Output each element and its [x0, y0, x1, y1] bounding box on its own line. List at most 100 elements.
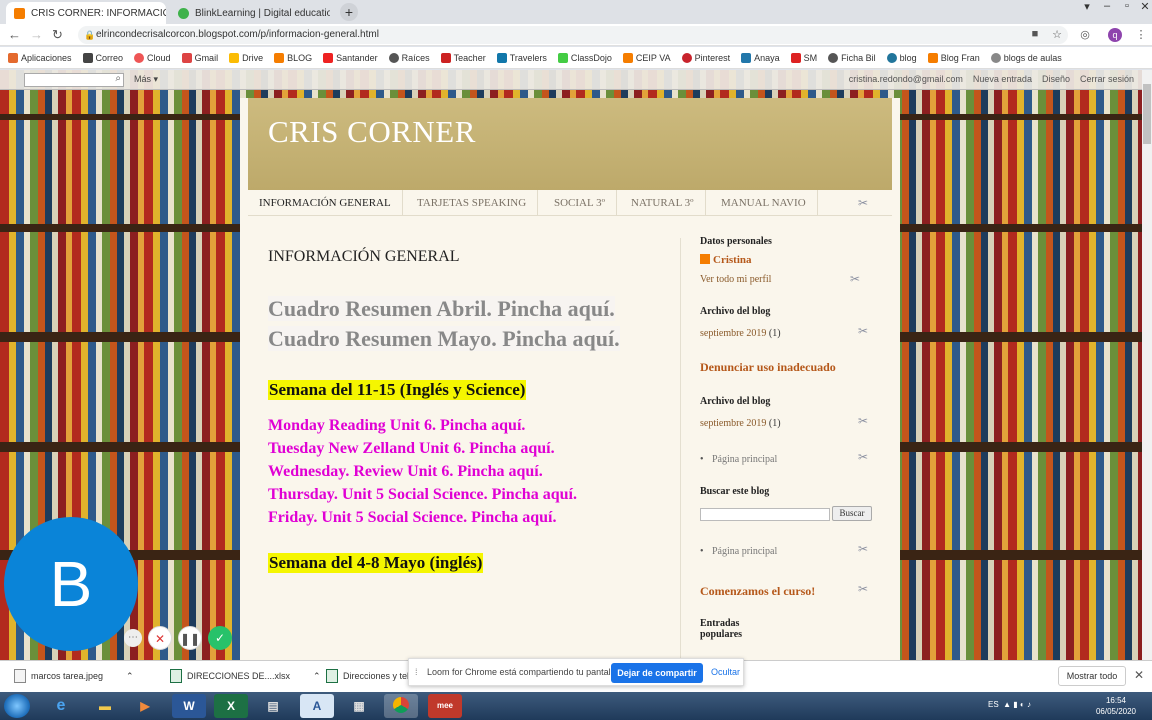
loom-more-icon[interactable]: ⋯ [124, 629, 142, 647]
home-link[interactable]: Página principal [700, 546, 777, 557]
bookmark[interactable]: SM [790, 52, 817, 63]
back-icon[interactable]: ← [8, 27, 21, 42]
folder-icon[interactable]: ▬ [88, 694, 122, 718]
address-bar[interactable]: 🔒 elrincondecrisalcorcon.blogspot.com/p/… [78, 26, 1068, 44]
edit-tools-icon[interactable]: ✂ [858, 414, 868, 429]
day-link[interactable]: Monday Reading Unit 6. Pincha aquí. [268, 414, 668, 437]
chrome-icon[interactable] [384, 694, 418, 718]
author-link[interactable]: Cristina [700, 254, 752, 266]
tab-tarjetas-speaking[interactable]: TARJETAS SPEAKING [406, 190, 539, 216]
forward-icon[interactable]: → [30, 27, 43, 42]
drag-handle-icon[interactable]: ⁞ [415, 667, 418, 677]
word-icon[interactable]: W [172, 694, 206, 718]
bookmark[interactable]: Ficha Bil [828, 52, 876, 63]
reload-icon[interactable]: ↻ [52, 27, 63, 43]
bookmark[interactable]: Correo [82, 52, 123, 63]
clock[interactable]: 16:54 06/05/2020 [1096, 695, 1136, 717]
tab-social[interactable]: SOCIAL 3º [543, 190, 617, 216]
excel-icon[interactable]: X [214, 694, 248, 718]
day-link[interactable]: Wednesday. Review Unit 6. Pincha aquí. [268, 460, 668, 483]
hide-button[interactable]: Ocultar [711, 667, 740, 677]
star-icon[interactable]: ☆ [1050, 28, 1064, 42]
printer-icon[interactable]: ▤ [256, 694, 290, 718]
bookmark[interactable]: Anaya [741, 52, 780, 63]
chevron-up-icon[interactable]: ⌃ [126, 671, 134, 682]
bookmark[interactable]: Teacher [440, 52, 486, 63]
close-window-button[interactable]: ✕ [1134, 0, 1152, 13]
loom-camera-bubble[interactable]: B [4, 517, 138, 651]
tab-informacion-general[interactable]: INFORMACIÓN GENERAL [248, 190, 403, 216]
scroll-thumb[interactable] [1143, 84, 1151, 144]
media-player-icon[interactable]: ▶ [128, 694, 162, 718]
camera-icon[interactable]: ■ [1028, 28, 1042, 42]
minimize-button[interactable]: – [1096, 0, 1118, 12]
profile-avatar[interactable]: q [1108, 28, 1122, 42]
bookmark[interactable]: Cloud [134, 52, 171, 63]
bookmark[interactable]: blog [886, 52, 917, 63]
navbar-search-input[interactable]: ⌕ [24, 73, 124, 87]
bookmark[interactable]: Drive [229, 52, 263, 63]
writer-icon[interactable]: A [300, 694, 334, 718]
loom-finish-icon[interactable]: ✓ [208, 626, 232, 650]
menu-icon[interactable]: ⋮ [1134, 28, 1148, 42]
download-item[interactable]: Direcciones y telé [326, 669, 414, 683]
bookmark[interactable]: CEIP VA [622, 52, 671, 63]
extension-icon[interactable]: ◎ [1078, 28, 1092, 42]
bookmark-apps[interactable]: Aplicaciones [8, 52, 72, 63]
bookmark[interactable]: Pinterest [681, 52, 730, 63]
loom-pause-icon[interactable]: ❚❚ [178, 626, 202, 650]
calculator-icon[interactable]: ▦ [342, 694, 376, 718]
download-item[interactable]: marcos tarea.jpeg ⌃ [14, 669, 134, 683]
report-abuse-link[interactable]: Denunciar uso inadecuado [700, 360, 836, 375]
archive-link[interactable]: septiembre 2019 (1) [700, 418, 781, 429]
bookmark[interactable]: Travelers [496, 52, 547, 63]
new-tab-button[interactable]: + [340, 3, 358, 21]
edit-tools-icon[interactable]: ✂ [858, 324, 868, 339]
show-all-downloads-button[interactable]: Mostrar todo [1058, 666, 1126, 686]
bookmark[interactable]: Blog Fran [927, 52, 980, 63]
close-downloads-icon[interactable]: ✕ [1134, 668, 1144, 682]
profile-link[interactable]: Ver todo mi perfil [700, 274, 771, 285]
chevron-up-icon[interactable]: ⌃ [313, 671, 321, 682]
mee-icon[interactable]: mee [428, 694, 462, 718]
bookmark[interactable]: blogs de aulas [990, 52, 1062, 63]
bookmark[interactable]: Gmail [181, 52, 218, 63]
link-cuadro-abril[interactable]: Cuadro Resumen Abril. Pincha aquí. [268, 294, 668, 324]
navbar-logout-link[interactable]: Cerrar sesión [1080, 74, 1134, 84]
blog-search-button[interactable]: Buscar [832, 506, 872, 521]
bookmark[interactable]: Santander [323, 52, 378, 63]
bookmark[interactable]: Raíces [388, 52, 430, 63]
ie-icon[interactable]: e [44, 694, 78, 718]
blog-search-input[interactable] [700, 508, 830, 521]
bookmark[interactable]: ClassDojo [557, 52, 612, 63]
edit-tools-icon[interactable]: ✂ [858, 582, 868, 597]
tab-natural[interactable]: NATURAL 3º [620, 190, 706, 216]
search-icon[interactable]: ⌕ [115, 73, 121, 84]
day-link[interactable]: Friday. Unit 5 Social Science. Pincha aq… [268, 506, 668, 529]
page-scrollbar[interactable] [1142, 70, 1152, 660]
course-start-link[interactable]: Comenzamos el curso! [700, 584, 815, 599]
tab-cris-corner[interactable]: CRIS CORNER: INFORMACIÓN G × [6, 2, 166, 24]
search-tabs-icon[interactable]: ▾ [1076, 0, 1098, 13]
navbar-more-menu[interactable]: Más ▾ [134, 74, 158, 85]
day-link[interactable]: Thursday. Unit 5 Social Science. Pincha … [268, 483, 668, 506]
loom-cancel-icon[interactable]: ✕ [148, 626, 172, 650]
tab-blinklearning[interactable]: BlinkLearning | Digital educatio × [170, 2, 330, 24]
edit-tools-icon[interactable]: ✂ [850, 272, 860, 287]
edit-tools-icon[interactable]: ✂ [858, 542, 868, 557]
tab-manual-navio[interactable]: MANUAL NAVIO [710, 190, 818, 216]
day-link[interactable]: Tuesday New Zelland Unit 6. Pincha aquí. [268, 437, 668, 460]
edit-tools-icon[interactable]: ✂ [858, 450, 868, 465]
navbar-email[interactable]: cristina.redondo@gmail.com [849, 74, 963, 84]
navbar-new-entry-link[interactable]: Nueva entrada [973, 74, 1032, 84]
edit-tools-icon[interactable]: ✂ [858, 196, 868, 210]
download-item[interactable]: DIRECCIONES DE....xlsx ⌃ [170, 669, 321, 683]
navbar-design-link[interactable]: Diseño [1042, 74, 1070, 84]
archive-link[interactable]: septiembre 2019 (1) [700, 328, 781, 339]
blog-title[interactable]: CRIS CORNER [268, 114, 476, 150]
start-button[interactable] [4, 694, 30, 718]
link-cuadro-mayo[interactable]: Cuadro Resumen Mayo. Pincha aquí. [268, 324, 668, 354]
bookmark[interactable]: BLOG [274, 52, 312, 63]
home-link[interactable]: Página principal [700, 454, 777, 465]
stop-sharing-button[interactable]: Dejar de compartir [611, 663, 703, 683]
